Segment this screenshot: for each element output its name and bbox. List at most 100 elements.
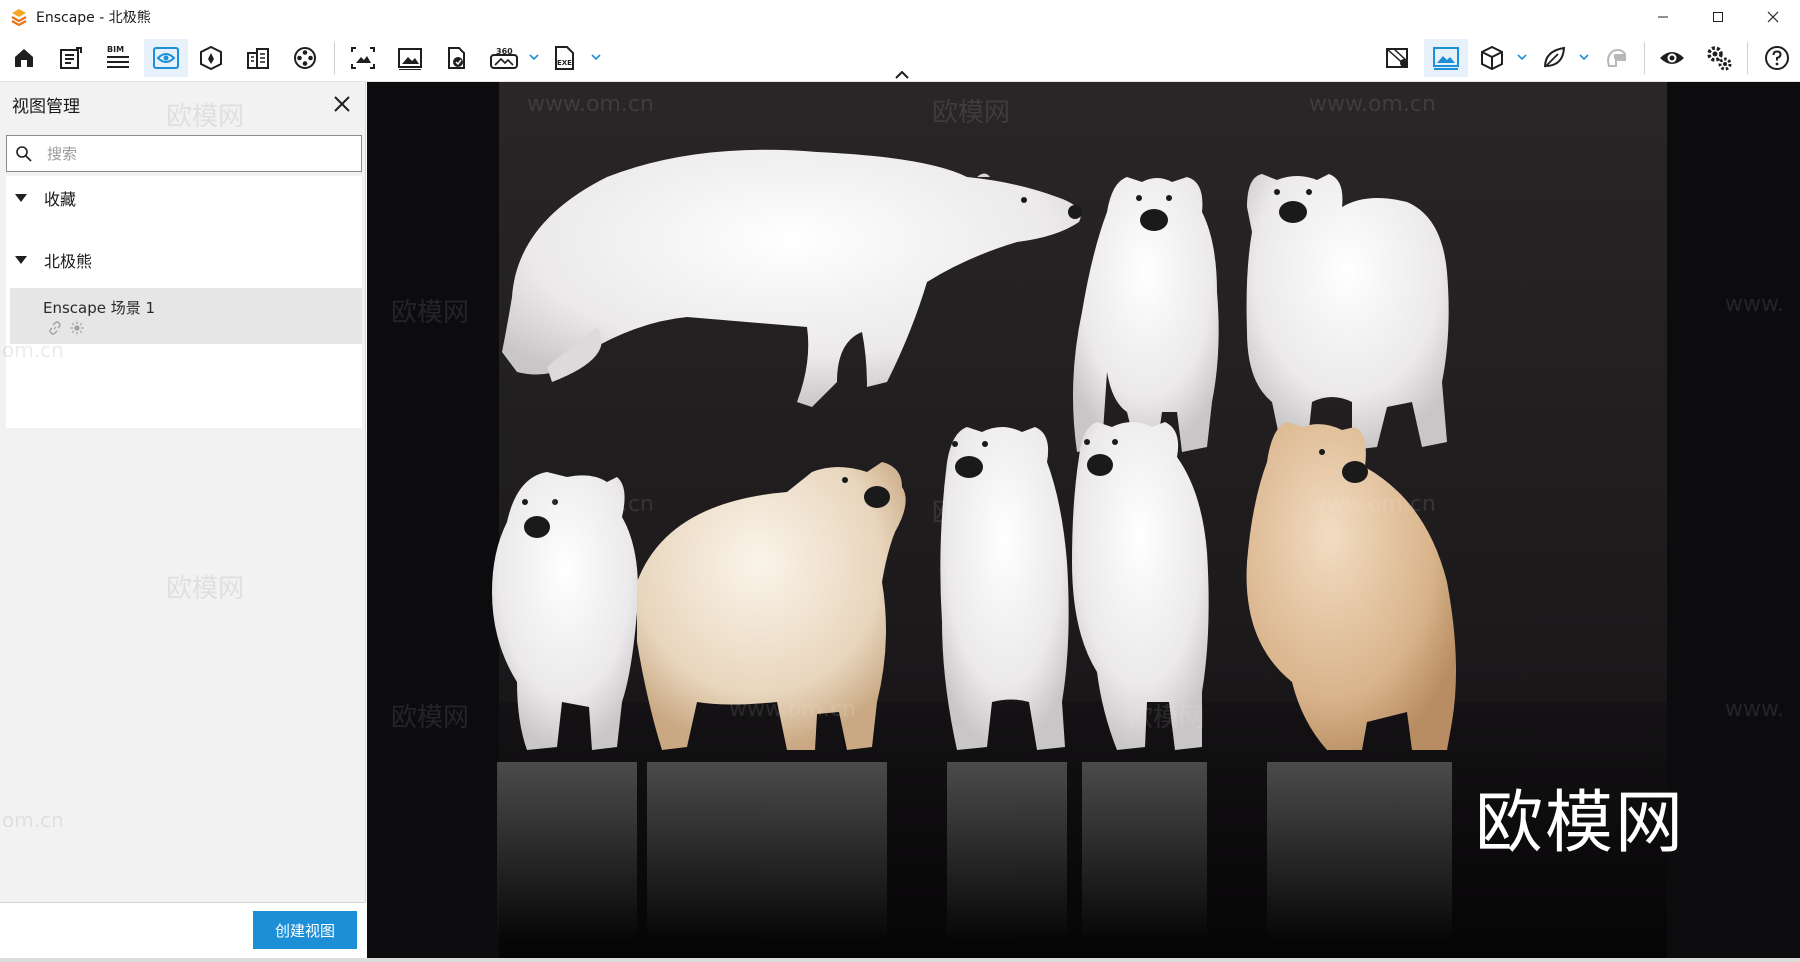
export-360-dropdown[interactable]: [527, 50, 541, 64]
view-management-panel: 视图管理 欧模网 收藏 北极熊 Enscape 场景 1: [0, 82, 366, 958]
asset-library-button[interactable]: [191, 39, 231, 77]
gears-icon: [1707, 46, 1732, 71]
sun-icon: [70, 321, 84, 335]
minimize-button[interactable]: [1635, 0, 1690, 34]
enscape-logo-icon: [11, 9, 27, 26]
viewport-watermark-url: www.om.cn: [1309, 92, 1436, 117]
map-icon: [1386, 48, 1408, 68]
viewport-watermark-url: www.om.cn: [729, 292, 856, 317]
viewport-watermark: 欧模网: [391, 298, 470, 328]
leaf-dropdown[interactable]: [1577, 50, 1591, 64]
viewport-watermark: 欧模网: [932, 98, 1011, 128]
settings-sheet-icon: [60, 47, 82, 69]
panel-footer: 创建视图: [0, 902, 366, 958]
viewport-watermark-url: www.om.cn: [729, 697, 856, 722]
maximize-button[interactable]: [1690, 0, 1745, 34]
batch-render-button[interactable]: [343, 39, 383, 77]
search-icon: [16, 145, 32, 162]
screenshot-button[interactable]: [390, 39, 430, 77]
chevron-up-icon: [895, 71, 909, 79]
chevron-down-icon: [1579, 54, 1589, 60]
title-bar: Enscape - 北极熊: [0, 0, 1800, 34]
cube-dropdown[interactable]: [1515, 50, 1529, 64]
caret-down-icon: [15, 194, 27, 202]
view-management-icon: [153, 47, 179, 69]
export-exe-button[interactable]: EXE: [545, 39, 585, 77]
close-icon: [334, 96, 350, 112]
site-context-icon: [247, 48, 269, 69]
standing-bear: [1246, 174, 1449, 450]
viewport-watermark-url: www.om.cn: [527, 92, 654, 117]
settings-sheet-button[interactable]: [51, 39, 91, 77]
window-controls: [1635, 0, 1800, 34]
viewport-watermark-url: www.: [1725, 697, 1784, 722]
exe-label: EXE: [557, 59, 572, 67]
view-name: Enscape 场景 1: [43, 299, 156, 317]
minimize-icon: [1657, 16, 1668, 18]
favorites-header[interactable]: 收藏: [6, 176, 362, 220]
settings-button[interactable]: [1699, 39, 1739, 77]
asset-library-icon: [200, 45, 222, 71]
sidebar-watermark-url: om.cn: [2, 808, 64, 832]
favorites-label: 收藏: [44, 190, 77, 209]
view-management-button[interactable]: [144, 39, 188, 77]
toolbar-separator: [1644, 42, 1645, 74]
seated-bear: [1246, 422, 1456, 750]
window-title: Enscape - 北极熊: [36, 10, 151, 26]
upload-button[interactable]: [437, 39, 477, 77]
video-editor-button[interactable]: [285, 39, 325, 77]
vr-headset-button[interactable]: [1596, 39, 1636, 77]
viewport-watermark: 欧模网: [391, 703, 470, 733]
window-bottom-border: [0, 958, 1800, 962]
viewport-watermark-url: www.: [1725, 292, 1784, 317]
viewport-watermark: 欧模网: [1127, 298, 1206, 328]
scene-group-label: 北极熊: [44, 252, 93, 271]
export-360-button[interactable]: 360: [484, 39, 524, 77]
link-icon: [49, 321, 61, 335]
scene-group-header[interactable]: 北极熊: [6, 238, 362, 282]
toolbar-separator: [334, 42, 335, 74]
export-exe-icon: EXE: [555, 46, 574, 70]
view-item-icons: [48, 321, 84, 335]
collapse-toolbar-button[interactable]: [892, 68, 912, 82]
home-button[interactable]: [4, 39, 44, 77]
viewport-watermark-url: www.om.cn: [527, 492, 654, 517]
leaping-bear: [502, 149, 1082, 407]
close-panel-button[interactable]: [330, 92, 354, 116]
leaf-button[interactable]: [1534, 39, 1574, 77]
search-box[interactable]: [6, 135, 362, 172]
export-exe-dropdown[interactable]: [589, 50, 603, 64]
render-viewport[interactable]: www.om.cn 欧模网 www.om.cn 欧模网 www.om.cn 欧模…: [367, 82, 1800, 958]
viewport-watermark: 欧模网: [932, 498, 1011, 528]
chevron-down-icon: [1517, 54, 1527, 60]
search-input[interactable]: [47, 144, 347, 163]
sidebar-watermark: 欧模网: [166, 574, 245, 604]
chevron-down-icon: [591, 54, 601, 60]
bim-icon: BIM: [107, 45, 129, 68]
close-window-button[interactable]: [1745, 0, 1800, 34]
home-icon: [15, 49, 33, 67]
maximize-icon: [1712, 12, 1723, 22]
create-view-button[interactable]: 创建视图: [253, 911, 357, 949]
sidebar-watermark-url: om.cn: [2, 338, 64, 362]
map-button[interactable]: [1378, 39, 1418, 77]
floor-reflections: [497, 762, 1452, 942]
cube-button[interactable]: [1472, 39, 1512, 77]
toolbar-separator: [1747, 42, 1748, 74]
help-button[interactable]: [1757, 39, 1797, 77]
vr-headset-icon: [1607, 49, 1626, 67]
site-context-button[interactable]: [238, 39, 278, 77]
view-item[interactable]: Enscape 场景 1: [10, 288, 362, 344]
bim-label: BIM: [107, 45, 124, 54]
export-360-icon: 360: [490, 47, 518, 69]
cube-icon: [1481, 45, 1503, 71]
sidebar-watermark: 欧模网: [166, 102, 245, 132]
brand-watermark-logo: 欧模网: [1475, 784, 1686, 863]
viewport-watermark-url: www.om.cn: [1309, 492, 1436, 517]
screenshot-icon: [398, 48, 422, 70]
visual-settings-button[interactable]: [1424, 39, 1468, 77]
batch-render-icon: [351, 47, 375, 69]
eye-button[interactable]: [1652, 39, 1692, 77]
chevron-down-icon: [529, 54, 539, 60]
bim-button[interactable]: BIM: [98, 39, 138, 77]
